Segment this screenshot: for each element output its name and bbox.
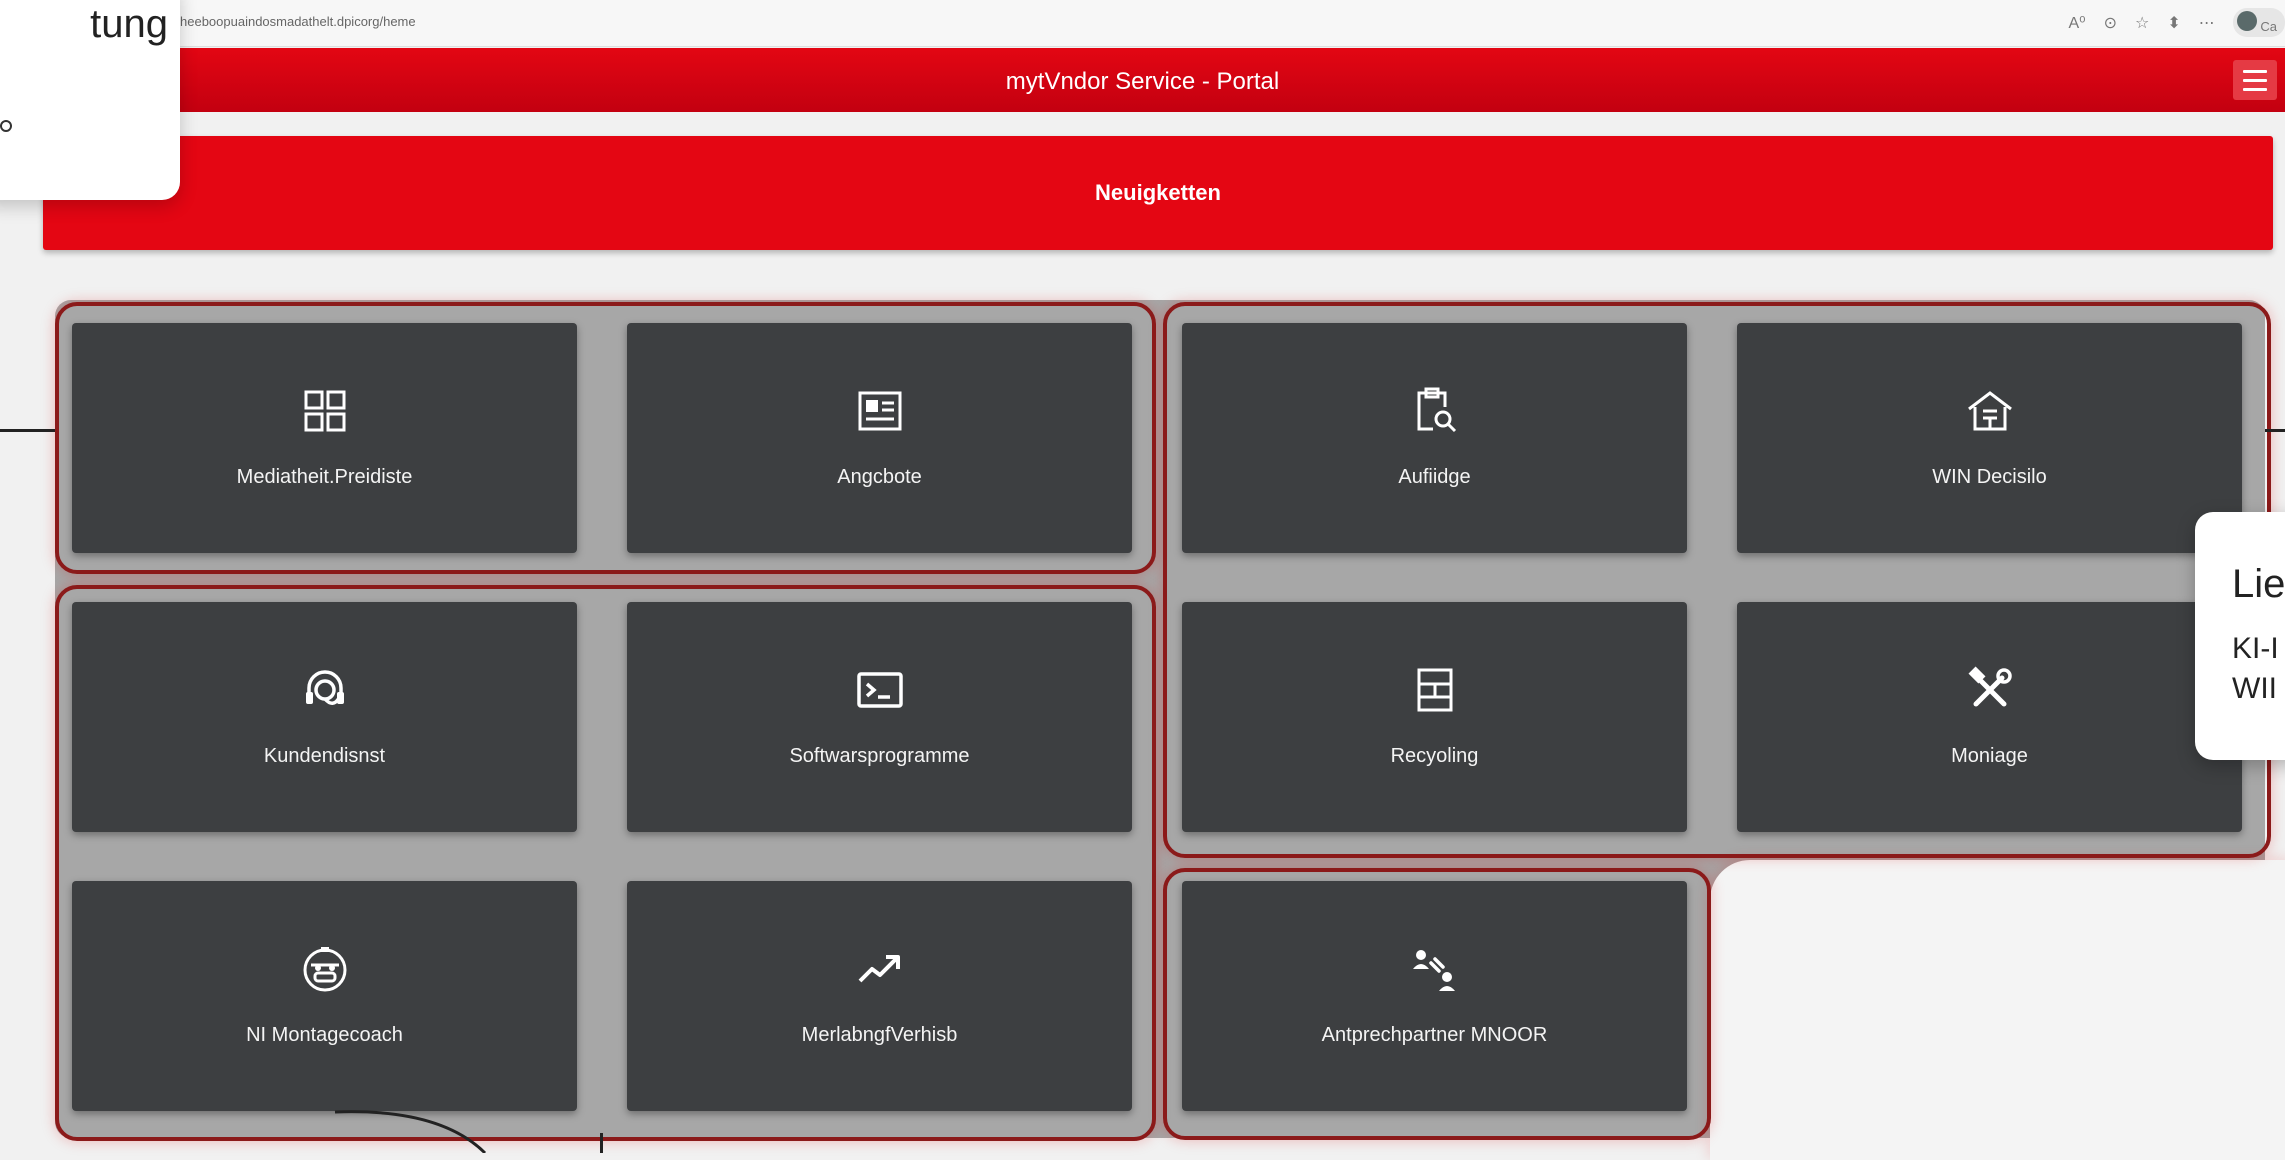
overlay-right-line2: WII xyxy=(2232,672,2277,706)
extensions-icon[interactable]: ⬍ xyxy=(2167,13,2180,33)
tile-marketing-vertrieb[interactable]: MerlabngfVerhisb xyxy=(627,881,1132,1111)
tile-label: Moniage xyxy=(1737,745,2242,768)
connector-curve xyxy=(330,1100,500,1153)
grid-icon xyxy=(299,385,351,437)
tile-preisliste[interactable]: Mediatheit.Preidiste xyxy=(72,323,577,553)
profile-label: Ca xyxy=(2260,19,2277,34)
tile-label: WIN Decisilo xyxy=(1737,466,2242,489)
tile-recycling[interactable]: Recyoling xyxy=(1182,602,1687,832)
trending-up-icon xyxy=(854,943,906,995)
favorite-icon[interactable]: ☆ xyxy=(2135,13,2149,33)
url-field[interactable]: heeboopuaindosmadathelt.dpicorg/heme xyxy=(180,14,416,29)
overlay-right-line1: KI-I xyxy=(2232,632,2279,666)
terminal-icon xyxy=(854,664,906,716)
tracking-icon[interactable]: ⊙ xyxy=(2104,13,2117,33)
shelf-icon xyxy=(1409,664,1461,716)
headset-icon xyxy=(299,664,351,716)
tile-label: Aufiidge xyxy=(1182,466,1687,489)
hamburger-menu-icon[interactable] xyxy=(2233,60,2277,100)
connector-line-bottom xyxy=(600,1133,603,1153)
tile-softwareprogramme[interactable]: Softwarsprogramme xyxy=(627,602,1132,832)
document-icon xyxy=(854,385,906,437)
tile-label: Recyoling xyxy=(1182,745,1687,768)
avatar xyxy=(2237,11,2257,31)
tile-angebote[interactable]: Angcbote xyxy=(627,323,1132,553)
tile-label: MerlabngfVerhisb xyxy=(627,1024,1132,1047)
contact-people-icon xyxy=(1409,943,1461,995)
page-title: mytVndor Service - Portal xyxy=(0,68,2285,96)
tile-label: NI Montagecoach xyxy=(72,1024,577,1047)
tile-montage[interactable]: Moniage xyxy=(1737,602,2242,832)
tile-kundendienst[interactable]: Kundendisnst xyxy=(72,602,577,832)
tile-label: Angcbote xyxy=(627,466,1132,489)
browser-address-bar: heeboopuaindosmadathelt.dpicorg/heme A⁰ … xyxy=(0,0,2285,47)
tile-label: Mediatheit.Preidiste xyxy=(72,466,577,489)
connector-line-left xyxy=(0,429,55,432)
news-label: Neuigketten xyxy=(43,180,2273,206)
tile-label: Softwarsprogramme xyxy=(627,745,1132,768)
robot-face-icon xyxy=(299,943,351,995)
overlay-right-title: Lie xyxy=(2232,562,2285,607)
news-banner[interactable]: Neuigketten xyxy=(43,136,2273,250)
bullet-icon xyxy=(0,120,12,132)
read-aloud-icon[interactable]: A⁰ xyxy=(2069,13,2086,33)
top-navbar: mytVndor Service - Portal xyxy=(0,48,2285,112)
more-icon[interactable]: ⋯ xyxy=(2199,13,2215,33)
tile-win-decision[interactable]: WIN Decisilo xyxy=(1737,323,2242,553)
tile-label: Antprechpartner MNOOR xyxy=(1182,1024,1687,1047)
tile-label: Kundendisnst xyxy=(72,745,577,768)
overlay-card-right: Lie KI-I WII xyxy=(2195,512,2285,760)
overlay-left-title: tung xyxy=(90,2,168,47)
profile-chip[interactable]: Ca xyxy=(2233,8,2285,37)
tile-montagecoach[interactable]: NI Montagecoach xyxy=(72,881,577,1111)
tile-ansprechpartner[interactable]: Antprechpartner MNOOR xyxy=(1182,881,1687,1111)
clipboard-search-icon xyxy=(1409,385,1461,437)
browser-toolbar: A⁰ ⊙ ☆ ⬍ ⋯ Ca xyxy=(2069,8,2285,37)
overlay-card-left: tung xyxy=(0,0,180,200)
connector-line-right xyxy=(2265,429,2285,432)
tools-icon xyxy=(1964,664,2016,716)
tile-auftraege[interactable]: Aufiidge xyxy=(1182,323,1687,553)
empty-corner xyxy=(1710,860,2285,1160)
house-icon xyxy=(1964,385,2016,437)
